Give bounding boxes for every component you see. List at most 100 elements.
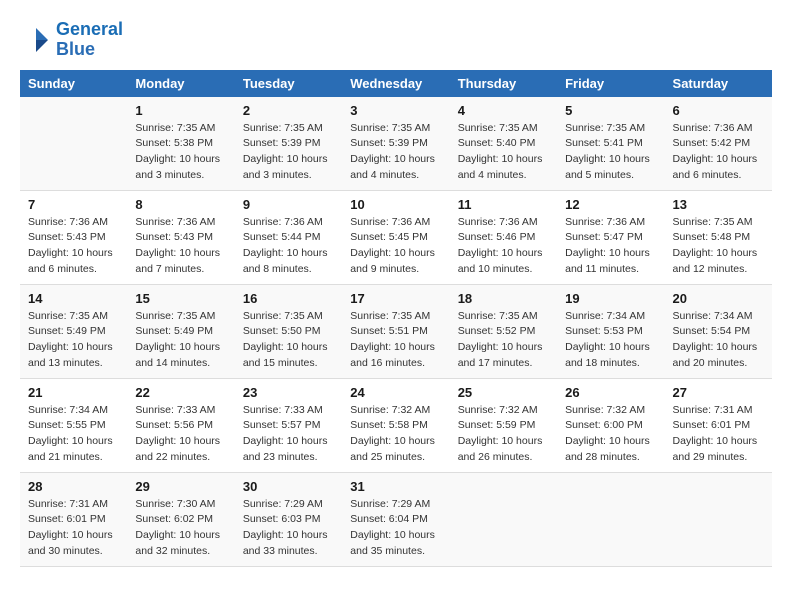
day-info: Sunrise: 7:35 AMSunset: 5:38 PMDaylight:… — [135, 121, 226, 184]
day-number: 16 — [243, 291, 334, 306]
calendar-header-row: SundayMondayTuesdayWednesdayThursdayFrid… — [20, 70, 772, 97]
calendar-cell: 10 Sunrise: 7:36 AMSunset: 5:45 PMDayligh… — [342, 190, 449, 284]
day-info: Sunrise: 7:31 AMSunset: 6:01 PMDaylight:… — [28, 497, 119, 560]
day-info: Sunrise: 7:32 AMSunset: 6:00 PMDaylight:… — [565, 403, 656, 466]
day-number: 20 — [673, 291, 764, 306]
day-info: Sunrise: 7:30 AMSunset: 6:02 PMDaylight:… — [135, 497, 226, 560]
calendar-cell: 21Sunrise: 7:34 AMSunset: 5:55 PMDayligh… — [20, 378, 127, 472]
calendar-cell: 5 Sunrise: 7:35 AMSunset: 5:41 PMDaylight… — [557, 97, 664, 191]
calendar-cell: 24 Sunrise: 7:32 AMSunset: 5:58 PMDayligh… — [342, 378, 449, 472]
calendar-cell: 16 Sunrise: 7:35 AMSunset: 5:50 PMDayligh… — [235, 284, 342, 378]
calendar-cell: 11Sunrise: 7:36 AMSunset: 5:46 PMDayligh… — [450, 190, 557, 284]
day-number: 15 — [135, 291, 226, 306]
day-number: 17 — [350, 291, 441, 306]
calendar-cell: 27 Sunrise: 7:31 AMSunset: 6:01 PMDayligh… — [665, 378, 772, 472]
day-info: Sunrise: 7:29 AMSunset: 6:04 PMDaylight:… — [350, 497, 441, 560]
calendar-cell: 4 Sunrise: 7:35 AMSunset: 5:40 PMDaylight… — [450, 97, 557, 191]
day-number: 6 — [673, 103, 764, 118]
column-header-sunday: Sunday — [20, 70, 127, 97]
calendar-week-5: 28 Sunrise: 7:31 AMSunset: 6:01 PMDayligh… — [20, 472, 772, 566]
calendar-cell: 25Sunrise: 7:32 AMSunset: 5:59 PMDayligh… — [450, 378, 557, 472]
page-header: General Blue — [20, 20, 772, 60]
calendar-cell: 30 Sunrise: 7:29 AMSunset: 6:03 PMDayligh… — [235, 472, 342, 566]
calendar-cell: 26 Sunrise: 7:32 AMSunset: 6:00 PMDayligh… — [557, 378, 664, 472]
day-number: 14 — [28, 291, 119, 306]
calendar-week-3: 14 Sunrise: 7:35 AMSunset: 5:49 PMDayligh… — [20, 284, 772, 378]
calendar-week-2: 7 Sunrise: 7:36 AMSunset: 5:43 PMDaylight… — [20, 190, 772, 284]
day-info: Sunrise: 7:35 AMSunset: 5:48 PMDaylight:… — [673, 215, 764, 278]
calendar-cell: 3 Sunrise: 7:35 AMSunset: 5:39 PMDaylight… — [342, 97, 449, 191]
calendar-cell: 9Sunrise: 7:36 AMSunset: 5:44 PMDaylight… — [235, 190, 342, 284]
column-header-wednesday: Wednesday — [342, 70, 449, 97]
day-info: Sunrise: 7:35 AMSunset: 5:50 PMDaylight:… — [243, 309, 334, 372]
day-number: 19 — [565, 291, 656, 306]
day-number: 1 — [135, 103, 226, 118]
calendar-cell: 28 Sunrise: 7:31 AMSunset: 6:01 PMDayligh… — [20, 472, 127, 566]
day-number: 31 — [350, 479, 441, 494]
calendar-cell: 20 Sunrise: 7:34 AMSunset: 5:54 PMDayligh… — [665, 284, 772, 378]
calendar-cell: 22Sunrise: 7:33 AMSunset: 5:56 PMDayligh… — [127, 378, 234, 472]
day-number: 26 — [565, 385, 656, 400]
day-info: Sunrise: 7:32 AMSunset: 5:58 PMDaylight:… — [350, 403, 441, 466]
day-number: 11 — [458, 197, 549, 212]
calendar-cell: 18 Sunrise: 7:35 AMSunset: 5:52 PMDayligh… — [450, 284, 557, 378]
day-info: Sunrise: 7:34 AMSunset: 5:54 PMDaylight:… — [673, 309, 764, 372]
calendar-cell: 8 Sunrise: 7:36 AMSunset: 5:43 PMDaylight… — [127, 190, 234, 284]
day-info: Sunrise: 7:35 AMSunset: 5:39 PMDaylight:… — [243, 121, 334, 184]
day-info: Sunrise: 7:36 AMSunset: 5:47 PMDaylight:… — [565, 215, 656, 278]
day-number: 27 — [673, 385, 764, 400]
logo: General Blue — [20, 20, 123, 60]
day-info: Sunrise: 7:35 AMSunset: 5:51 PMDaylight:… — [350, 309, 441, 372]
day-number: 10 — [350, 197, 441, 212]
day-number: 8 — [135, 197, 226, 212]
day-number: 13 — [673, 197, 764, 212]
day-info: Sunrise: 7:29 AMSunset: 6:03 PMDaylight:… — [243, 497, 334, 560]
day-info: Sunrise: 7:34 AMSunset: 5:53 PMDaylight:… — [565, 309, 656, 372]
calendar-cell — [20, 97, 127, 191]
day-number: 9 — [243, 197, 334, 212]
calendar-cell: 7 Sunrise: 7:36 AMSunset: 5:43 PMDaylight… — [20, 190, 127, 284]
day-info: Sunrise: 7:35 AMSunset: 5:49 PMDaylight:… — [135, 309, 226, 372]
day-number: 23 — [243, 385, 334, 400]
day-number: 7 — [28, 197, 119, 212]
day-info: Sunrise: 7:36 AMSunset: 5:43 PMDaylight:… — [28, 215, 119, 278]
calendar-cell: 19 Sunrise: 7:34 AMSunset: 5:53 PMDayligh… — [557, 284, 664, 378]
day-info: Sunrise: 7:33 AMSunset: 5:57 PMDaylight:… — [243, 403, 334, 466]
column-header-monday: Monday — [127, 70, 234, 97]
calendar-cell: 6Sunrise: 7:36 AMSunset: 5:42 PMDaylight… — [665, 97, 772, 191]
day-info: Sunrise: 7:35 AMSunset: 5:41 PMDaylight:… — [565, 121, 656, 184]
calendar-cell: 2 Sunrise: 7:35 AMSunset: 5:39 PMDaylight… — [235, 97, 342, 191]
column-header-tuesday: Tuesday — [235, 70, 342, 97]
day-info: Sunrise: 7:35 AMSunset: 5:39 PMDaylight:… — [350, 121, 441, 184]
day-info: Sunrise: 7:33 AMSunset: 5:56 PMDaylight:… — [135, 403, 226, 466]
calendar-week-1: 1 Sunrise: 7:35 AMSunset: 5:38 PMDaylight… — [20, 97, 772, 191]
calendar-week-4: 21Sunrise: 7:34 AMSunset: 5:55 PMDayligh… — [20, 378, 772, 472]
day-number: 24 — [350, 385, 441, 400]
day-info: Sunrise: 7:35 AMSunset: 5:52 PMDaylight:… — [458, 309, 549, 372]
calendar-cell — [450, 472, 557, 566]
calendar-cell: 29 Sunrise: 7:30 AMSunset: 6:02 PMDayligh… — [127, 472, 234, 566]
calendar-cell: 1 Sunrise: 7:35 AMSunset: 5:38 PMDaylight… — [127, 97, 234, 191]
day-info: Sunrise: 7:32 AMSunset: 5:59 PMDaylight:… — [458, 403, 549, 466]
calendar-cell: 12Sunrise: 7:36 AMSunset: 5:47 PMDayligh… — [557, 190, 664, 284]
day-number: 2 — [243, 103, 334, 118]
day-number: 4 — [458, 103, 549, 118]
calendar-table: SundayMondayTuesdayWednesdayThursdayFrid… — [20, 70, 772, 567]
day-info: Sunrise: 7:35 AMSunset: 5:40 PMDaylight:… — [458, 121, 549, 184]
calendar-cell: 23 Sunrise: 7:33 AMSunset: 5:57 PMDayligh… — [235, 378, 342, 472]
day-info: Sunrise: 7:35 AMSunset: 5:49 PMDaylight:… — [28, 309, 119, 372]
day-info: Sunrise: 7:36 AMSunset: 5:45 PMDaylight:… — [350, 215, 441, 278]
logo-text: General Blue — [56, 20, 123, 60]
day-info: Sunrise: 7:34 AMSunset: 5:55 PMDaylight:… — [28, 403, 119, 466]
day-number: 5 — [565, 103, 656, 118]
day-number: 28 — [28, 479, 119, 494]
column-header-friday: Friday — [557, 70, 664, 97]
day-info: Sunrise: 7:31 AMSunset: 6:01 PMDaylight:… — [673, 403, 764, 466]
day-info: Sunrise: 7:36 AMSunset: 5:43 PMDaylight:… — [135, 215, 226, 278]
day-number: 3 — [350, 103, 441, 118]
day-number: 18 — [458, 291, 549, 306]
calendar-cell: 15 Sunrise: 7:35 AMSunset: 5:49 PMDayligh… — [127, 284, 234, 378]
logo-icon — [20, 24, 52, 56]
day-number: 30 — [243, 479, 334, 494]
day-number: 29 — [135, 479, 226, 494]
